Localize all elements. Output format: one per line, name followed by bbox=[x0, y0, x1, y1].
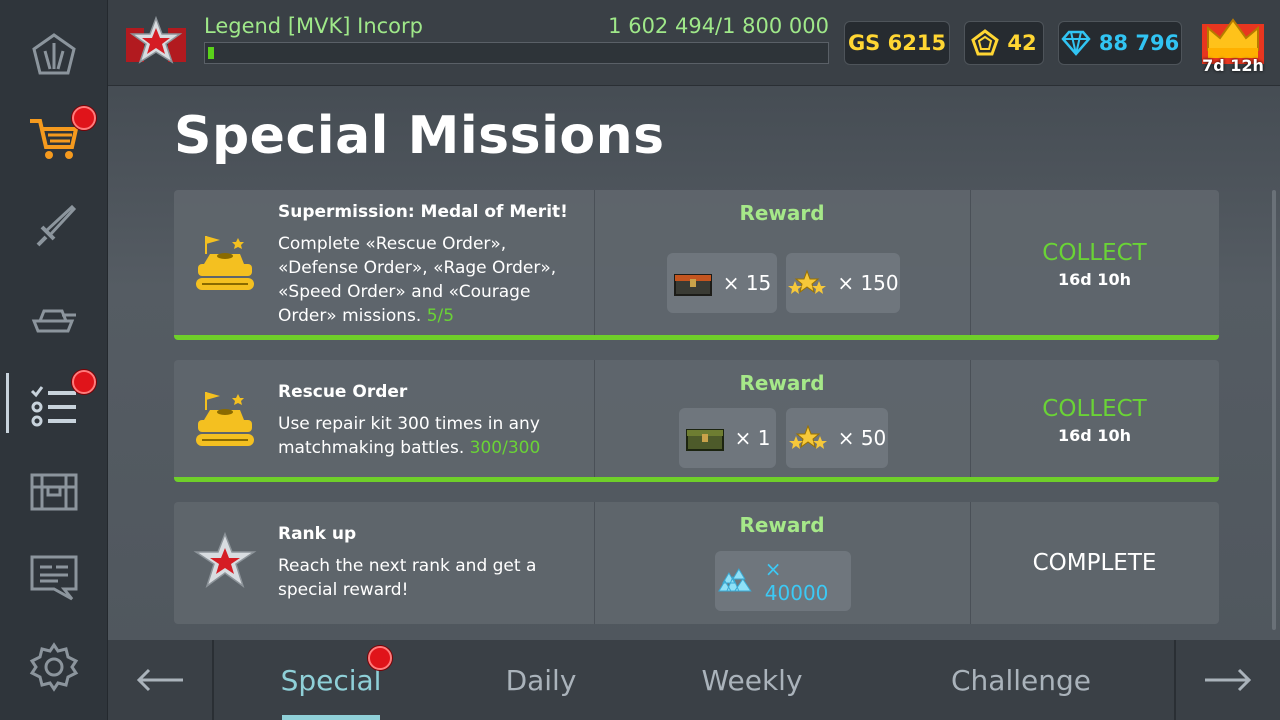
reward-gems[interactable]: × 40000 bbox=[715, 551, 851, 611]
nav-weapons[interactable] bbox=[0, 184, 108, 270]
reward-qty: × 40000 bbox=[764, 557, 829, 605]
tab-challenge[interactable]: Challenge bbox=[938, 640, 1104, 720]
complete-label: COMPLETE bbox=[1032, 550, 1157, 576]
nav-shop[interactable] bbox=[0, 96, 108, 182]
gold-tank-mission-icon bbox=[196, 236, 254, 290]
tab-label: Weekly bbox=[701, 663, 803, 697]
arrow-right-icon bbox=[1205, 668, 1252, 692]
stars-icon bbox=[788, 424, 827, 449]
stars-icon bbox=[788, 269, 827, 294]
chest-icon bbox=[673, 274, 712, 296]
mission-timer: 16d 10h bbox=[1058, 270, 1131, 289]
page-title: Special Missions bbox=[174, 106, 665, 166]
shop-notification-dot bbox=[72, 106, 96, 130]
collect-button[interactable]: COLLECT bbox=[970, 240, 1219, 266]
mission-desc-text: Complete «Rescue Order», «Defense Order»… bbox=[278, 234, 557, 326]
mission-card: Supermission: Medal of Merit! Complete «… bbox=[174, 190, 1219, 340]
reward-label: Reward bbox=[739, 371, 825, 395]
side-nav bbox=[0, 0, 108, 720]
mission-timer: 16d 10h bbox=[1058, 426, 1131, 445]
reward-chest[interactable]: × 15 bbox=[667, 253, 777, 313]
collect-button[interactable]: COLLECT bbox=[970, 396, 1219, 422]
mission-progress: 5/5 bbox=[426, 306, 455, 326]
tab-weekly[interactable]: Weekly bbox=[684, 640, 820, 720]
nav-home[interactable] bbox=[0, 12, 108, 98]
mission-card: Rank up Reach the next rank and get a sp… bbox=[174, 502, 1219, 624]
xp-progress-bar bbox=[204, 42, 829, 64]
gems-value: 88 796 bbox=[1098, 31, 1180, 55]
gems-pile-icon bbox=[718, 568, 752, 592]
diamond-icon bbox=[1061, 30, 1091, 56]
gold-tank-mission-icon bbox=[196, 392, 254, 446]
xp-progress-fill bbox=[208, 47, 214, 59]
mission-status[interactable]: COLLECT 16d 10h bbox=[970, 240, 1219, 289]
message-icon bbox=[30, 555, 78, 601]
pentagon-coin-icon bbox=[971, 29, 1000, 56]
arrow-left-icon bbox=[136, 668, 183, 692]
rank-star-icon bbox=[193, 531, 257, 588]
chest-outline-icon bbox=[30, 473, 78, 511]
nav-missions[interactable] bbox=[0, 360, 108, 446]
green-chest-icon bbox=[685, 429, 724, 451]
nav-tanks[interactable] bbox=[0, 274, 108, 360]
coins-pill[interactable]: 42 bbox=[964, 21, 1044, 65]
active-tab-indicator bbox=[282, 715, 380, 720]
tab-label: Challenge bbox=[951, 663, 1091, 697]
xp-text: 1 602 494/1 800 000 bbox=[608, 14, 829, 38]
mission-title: Rank up bbox=[278, 524, 357, 544]
tank-icon bbox=[31, 309, 76, 333]
reward-stars[interactable]: × 150 bbox=[786, 253, 900, 313]
gearscore-pill[interactable]: GS 6215 bbox=[844, 21, 950, 65]
reward-qty: × 150 bbox=[837, 271, 899, 295]
mission-description: Use repair kit 300 times in any matchmak… bbox=[278, 412, 578, 460]
mission-title: Rescue Order bbox=[278, 382, 408, 402]
reward-qty: × 15 bbox=[722, 271, 772, 295]
special-notification-dot bbox=[368, 646, 392, 670]
nav-messages[interactable] bbox=[0, 534, 108, 620]
nav-garage[interactable] bbox=[0, 448, 108, 534]
scrollbar[interactable] bbox=[1272, 190, 1276, 630]
mission-card: Rescue Order Use repair kit 300 times in… bbox=[174, 360, 1219, 482]
reward-label: Reward bbox=[739, 513, 825, 537]
gearscore-value: GS 6215 bbox=[847, 31, 947, 55]
next-arrow-button[interactable] bbox=[1174, 640, 1280, 720]
gear-icon bbox=[29, 642, 79, 692]
tab-bar: Special Daily Weekly Challenge bbox=[108, 640, 1280, 720]
mission-progress: 300/300 bbox=[469, 438, 541, 458]
player-name: Legend [MVK] Incorp bbox=[204, 14, 423, 38]
gems-pill[interactable]: 88 796 bbox=[1058, 21, 1182, 65]
missions-notification-dot bbox=[72, 370, 96, 394]
mission-status[interactable]: COLLECT 16d 10h bbox=[970, 396, 1219, 445]
nav-settings[interactable] bbox=[0, 624, 108, 710]
rank-badge-icon[interactable] bbox=[124, 14, 188, 68]
tab-special[interactable]: Special bbox=[280, 640, 392, 720]
mission-title: Supermission: Medal of Merit! bbox=[278, 202, 568, 222]
sword-icon bbox=[36, 204, 77, 247]
home-crown-icon bbox=[32, 33, 76, 75]
tab-label: Daily bbox=[505, 663, 577, 697]
mission-description: Complete «Rescue Order», «Defense Order»… bbox=[278, 232, 578, 328]
prev-arrow-button[interactable] bbox=[108, 640, 214, 720]
premium-timer: 7d 12h bbox=[1202, 56, 1264, 75]
reward-qty: × 1 bbox=[734, 426, 771, 450]
tab-daily[interactable]: Daily bbox=[478, 640, 604, 720]
reward-stars[interactable]: × 50 bbox=[786, 408, 888, 468]
reward-label: Reward bbox=[739, 201, 825, 225]
mission-status: COMPLETE bbox=[970, 550, 1219, 576]
coins-value: 42 bbox=[1007, 31, 1037, 55]
tab-label: Special bbox=[280, 663, 382, 697]
reward-qty: × 50 bbox=[837, 426, 887, 450]
mission-description: Reach the next rank and get a special re… bbox=[278, 556, 537, 600]
reward-chest[interactable]: × 1 bbox=[679, 408, 776, 468]
top-bar: Legend [MVK] Incorp 1 602 494/1 800 000 … bbox=[108, 0, 1280, 86]
